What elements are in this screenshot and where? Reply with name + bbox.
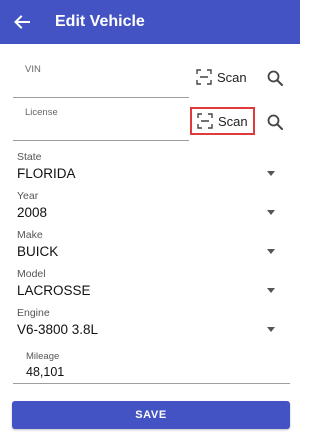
vin-scan-button[interactable]: Scan: [196, 63, 247, 91]
year-value: 2008: [17, 205, 48, 220]
make-select[interactable]: Make BUICK: [17, 229, 283, 259]
scan-frame-icon: [197, 113, 213, 129]
dropdown-arrow-icon: [267, 171, 275, 176]
dropdown-arrow-icon: [267, 249, 275, 254]
state-select[interactable]: State FLORIDA: [17, 151, 283, 181]
license-search-button[interactable]: [264, 111, 286, 133]
license-scan-button[interactable]: Scan: [190, 107, 255, 135]
vin-search-button[interactable]: [264, 67, 286, 89]
engine-value: V6-3800 3.8L: [17, 322, 99, 337]
license-scan-label: Scan: [218, 113, 248, 129]
dropdown-arrow-icon: [267, 210, 275, 215]
vin-label: VIN: [25, 64, 41, 75]
dropdown-arrow-icon: [267, 327, 275, 332]
search-icon: [267, 70, 283, 86]
search-icon: [267, 114, 283, 130]
vin-field[interactable]: VIN: [13, 58, 189, 98]
mileage-field[interactable]: Mileage 48,101: [13, 347, 290, 384]
model-label: Model: [17, 268, 46, 280]
save-button[interactable]: SAVE: [12, 401, 290, 429]
dropdown-arrow-icon: [267, 288, 275, 293]
make-value: BUICK: [17, 244, 59, 259]
license-field[interactable]: License: [13, 101, 189, 141]
scan-frame-icon: [196, 69, 212, 85]
mileage-value: 48,101: [26, 365, 65, 379]
engine-label: Engine: [17, 307, 50, 319]
model-value: LACROSSE: [17, 283, 91, 298]
make-label: Make: [17, 229, 43, 241]
state-label: State: [17, 151, 42, 163]
page-title: Edit Vehicle: [55, 13, 145, 30]
state-value: FLORIDA: [17, 166, 76, 181]
model-select[interactable]: Model LACROSSE: [17, 268, 283, 298]
year-select[interactable]: Year 2008: [17, 190, 283, 220]
year-label: Year: [17, 190, 39, 202]
vin-scan-label: Scan: [217, 69, 247, 85]
back-button[interactable]: [8, 8, 36, 36]
app-bar: Edit Vehicle: [0, 0, 300, 44]
license-label: License: [25, 107, 58, 118]
engine-select[interactable]: Engine V6-3800 3.8L: [17, 307, 283, 337]
arrow-left-icon: [14, 15, 30, 29]
mileage-label: Mileage: [26, 351, 60, 362]
